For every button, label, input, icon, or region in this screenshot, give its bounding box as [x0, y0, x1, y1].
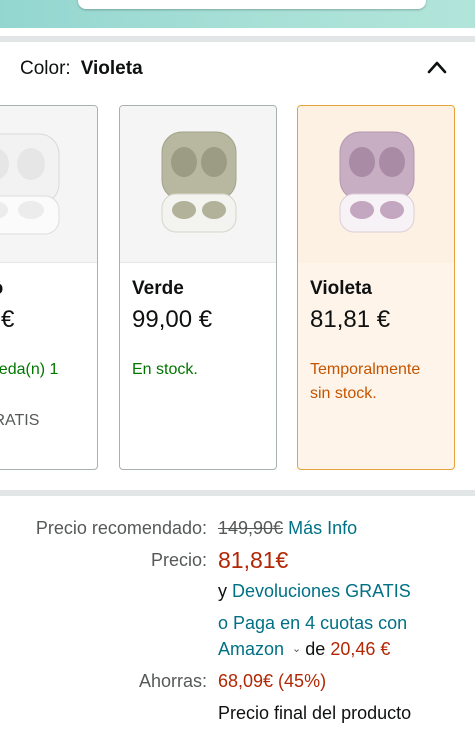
earbuds-case-image	[161, 131, 237, 233]
stock-line: queda(n) 1	[0, 361, 59, 378]
variant-image	[298, 106, 454, 263]
variant-price: 99,00 €	[132, 306, 213, 333]
variant-image	[0, 106, 97, 263]
earbuds-case-image	[339, 131, 415, 233]
color-selector-header[interactable]: Color: Violeta	[20, 58, 143, 80]
installments-prefix: o	[218, 613, 229, 633]
header-bar	[0, 0, 475, 28]
variant-name: Verde	[132, 278, 184, 299]
installments-line-2: Amazon ⌄ de 20,46 €	[218, 639, 390, 660]
installments-link-amazon[interactable]: Amazon	[218, 639, 284, 659]
variant-price: 0 €	[0, 306, 15, 333]
variant-price: 81,81 €	[310, 306, 391, 333]
variant-card-violeta[interactable]: Violeta 81,81 € Temporalmente sin stock.	[297, 105, 455, 470]
section-divider	[0, 490, 475, 496]
price-value: 81,81€	[218, 547, 289, 573]
recommended-price: 149,90€ Más Info	[218, 518, 357, 539]
variant-stock: En stock.	[132, 361, 198, 378]
variant-card-white[interactable]: co 0 € e queda(n) 1 ck. GRATIS na	[0, 105, 98, 470]
search-input[interactable]	[78, 0, 426, 9]
chevron-down-icon[interactable]: ⌄	[292, 642, 301, 655]
installments-link[interactable]: Paga en 4 cuotas con	[233, 613, 407, 633]
variant-shipping: GRATIS	[0, 412, 40, 429]
variant-name: Violeta	[310, 278, 372, 299]
savings-label: Ahorras:	[138, 671, 207, 691]
selected-color: Violeta	[80, 58, 143, 79]
installments-line: o Paga en 4 cuotas con	[218, 613, 407, 634]
installments-of: de	[305, 639, 326, 659]
earbuds-case-image	[0, 133, 60, 235]
recommended-price-value: 149,90€	[218, 518, 284, 538]
savings-value: 68,09€ (45%)	[218, 671, 327, 691]
stock-line: Temporalmente	[310, 361, 421, 378]
stock-line: ck.	[0, 382, 58, 406]
variant-card-verde[interactable]: Verde 99,00 € En stock.	[119, 105, 277, 470]
price-label: Precio:	[150, 550, 207, 570]
variant-stock: Temporalmente sin stock.	[310, 358, 420, 406]
section-divider	[0, 36, 475, 42]
free-returns-link[interactable]: Devoluciones GRATIS	[232, 581, 411, 601]
installments-amount: 20,46 €	[330, 639, 391, 659]
chevron-up-icon[interactable]	[426, 60, 448, 74]
variant-name: co	[0, 278, 3, 300]
variant-stock: queda(n) 1 ck.	[0, 358, 58, 406]
variant-image	[120, 106, 276, 263]
stock-line: sin stock.	[310, 385, 377, 402]
more-info-link[interactable]: Más Info	[288, 518, 357, 538]
returns-prefix: y	[218, 581, 227, 601]
final-price-note: Precio final del producto	[218, 703, 412, 723]
recommended-price-label: Precio recomendado:	[35, 518, 207, 538]
returns-line: y Devoluciones GRATIS	[218, 581, 411, 602]
color-label: Color:	[20, 58, 71, 79]
